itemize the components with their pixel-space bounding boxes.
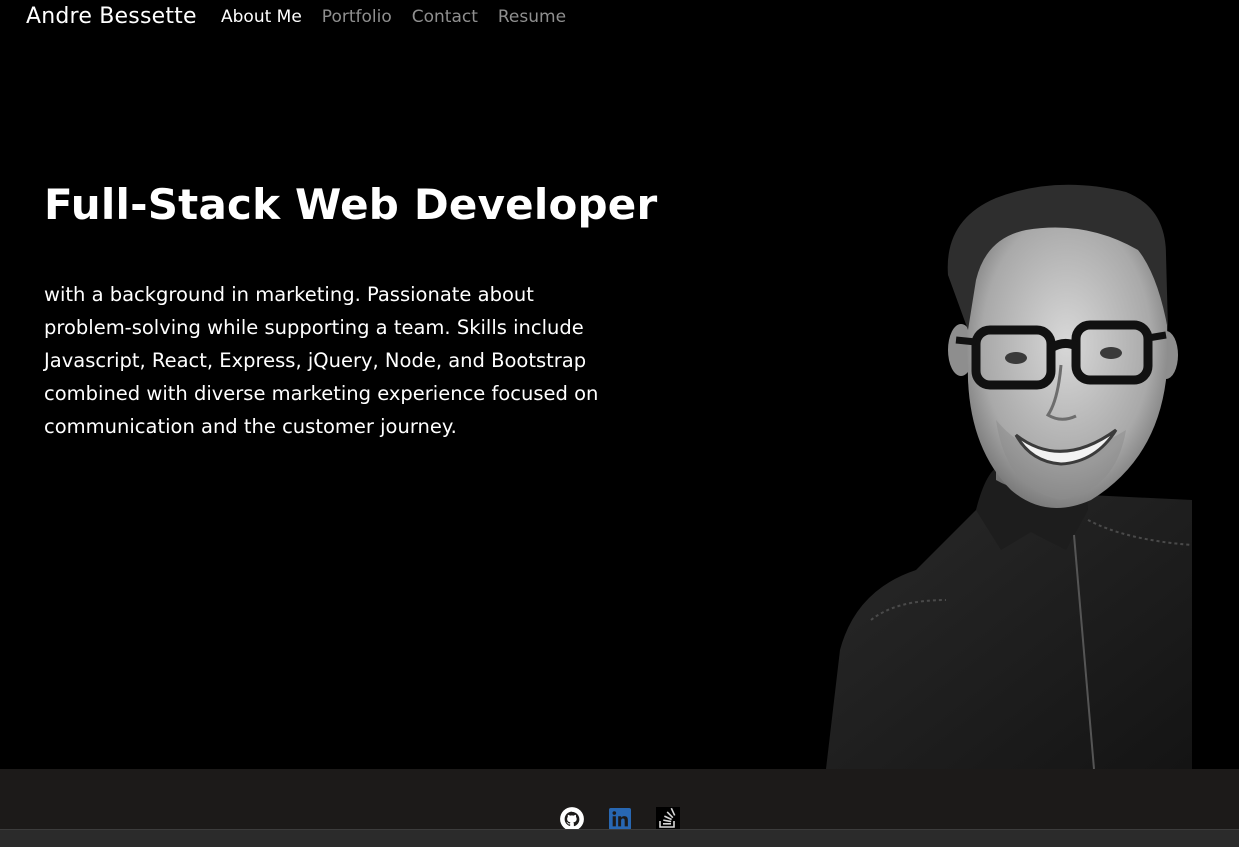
navbar: Andre Bessette About Me Portfolio Contac… bbox=[0, 0, 1239, 38]
nav-link-contact[interactable]: Contact bbox=[412, 7, 478, 27]
hero-description: with a background in marketing. Passiona… bbox=[44, 283, 599, 438]
nav-link-portfolio[interactable]: Portfolio bbox=[322, 7, 392, 27]
nav-links: About Me Portfolio Contact Resume bbox=[221, 7, 566, 27]
stackoverflow-icon bbox=[655, 807, 680, 831]
hero-title: Full-Stack Web Developer bbox=[44, 180, 658, 229]
nav-link-about-me[interactable]: About Me bbox=[221, 7, 302, 27]
brand-link[interactable]: Andre Bessette bbox=[26, 4, 197, 29]
status-bar bbox=[0, 829, 1239, 847]
nav-link-resume[interactable]: Resume bbox=[498, 7, 566, 27]
linkedin-icon bbox=[608, 808, 631, 830]
profile-portrait bbox=[826, 184, 1192, 769]
